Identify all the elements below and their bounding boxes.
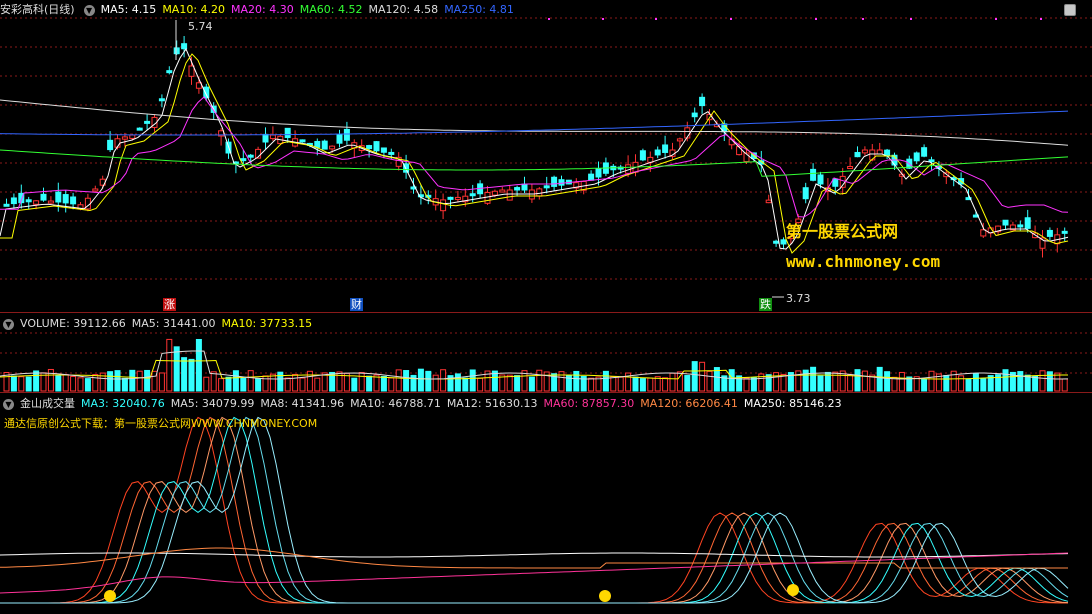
- period-label: (日线): [44, 3, 75, 16]
- jinshan-indicator-7: MA250: 85146.23: [743, 397, 842, 410]
- main-indicator-1: MA10: 4.20: [162, 3, 226, 16]
- money-bag-icon-1: [599, 590, 611, 602]
- jinshan-indicator-3: MA10: 46788.71: [350, 397, 441, 410]
- formula-note: 通达信原创公式下载：第一股票公式网WWW.CHNMONEY.COM: [4, 417, 318, 430]
- jinshan-title: 金山成交量: [20, 397, 75, 410]
- volume-indicator-list: VOLUME: 39112.66 MA5: 31441.00 MA10: 37733…: [20, 317, 318, 330]
- jinshan-header: ▼ 金山成交量 MA3: 32040.76 MA5: 34079.99 MA8: 413…: [0, 395, 854, 412]
- jinshan-indicator-2: MA8: 41341.96: [260, 397, 345, 410]
- volume-header: ▼ VOLUME: 39112.66 MA5: 31441.00 MA10: 3773…: [0, 315, 324, 332]
- main-indicator-2: MA20: 4.30: [231, 3, 294, 16]
- chevron-down-icon[interactable]: ▼: [83, 4, 95, 16]
- price-header: 安彩高科(日线) ▼ MA5: 4.15 MA10: 4.20 MA20: 4.30 MA…: [0, 1, 526, 18]
- price-panel[interactable]: 安彩高科(日线) ▼ MA5: 4.15 MA10: 4.20 MA20: 4.30 MA…: [0, 0, 1092, 313]
- high-price-label: 5.74: [188, 20, 213, 33]
- main-indicator-4: MA120: 4.58: [368, 3, 439, 16]
- main-indicator-0: MA5: 4.15: [100, 3, 157, 16]
- chevron-down-icon[interactable]: ▼: [3, 398, 14, 410]
- jinshan-indicator-4: MA12: 51630.13: [446, 397, 538, 410]
- money-bag-icon-2: [787, 584, 799, 596]
- jinshan-indicator-6: MA120: 66206.41: [640, 397, 738, 410]
- low-price-label: 3.73: [786, 292, 811, 305]
- money-bag-icon-0: [104, 590, 116, 602]
- marker-cai: 财: [350, 298, 363, 311]
- watermark-url: www.chnmoney.com: [786, 252, 941, 271]
- jinshan-indicator-1: MA5: 34079.99: [170, 397, 255, 410]
- main-indicator-3: MA60: 4.52: [299, 3, 363, 16]
- chevron-down-icon[interactable]: ▼: [3, 318, 14, 330]
- jinshan-indicator-5: MA60: 87857.30: [543, 397, 635, 410]
- marker-die: 跌: [759, 298, 772, 311]
- stock-name: 安彩高科: [0, 3, 44, 16]
- close-icon[interactable]: [1064, 4, 1076, 16]
- jinshan-indicator-list: MA3: 32040.76 MA5: 34079.99 MA8: 41341.96 M…: [81, 397, 848, 410]
- jinshan-indicator-0: MA3: 32040.76: [81, 397, 165, 410]
- main-indicator-5: MA250: 4.81: [444, 3, 514, 16]
- volume-indicator-2: MA10: 37733.15: [221, 317, 313, 330]
- watermark-title: 第一股票公式网: [786, 222, 899, 241]
- main-indicator-list: MA5: 4.15 MA10: 4.20 MA20: 4.30 MA60: 4.52 M…: [101, 3, 520, 16]
- volume-indicator-0: VOLUME: 39112.66: [20, 317, 126, 330]
- volume-indicator-1: MA5: 31441.00: [131, 317, 216, 330]
- marker-zhang: 涨: [163, 298, 176, 311]
- volume-panel[interactable]: ▼ VOLUME: 39112.66 MA5: 31441.00 MA10: 3773…: [0, 313, 1092, 393]
